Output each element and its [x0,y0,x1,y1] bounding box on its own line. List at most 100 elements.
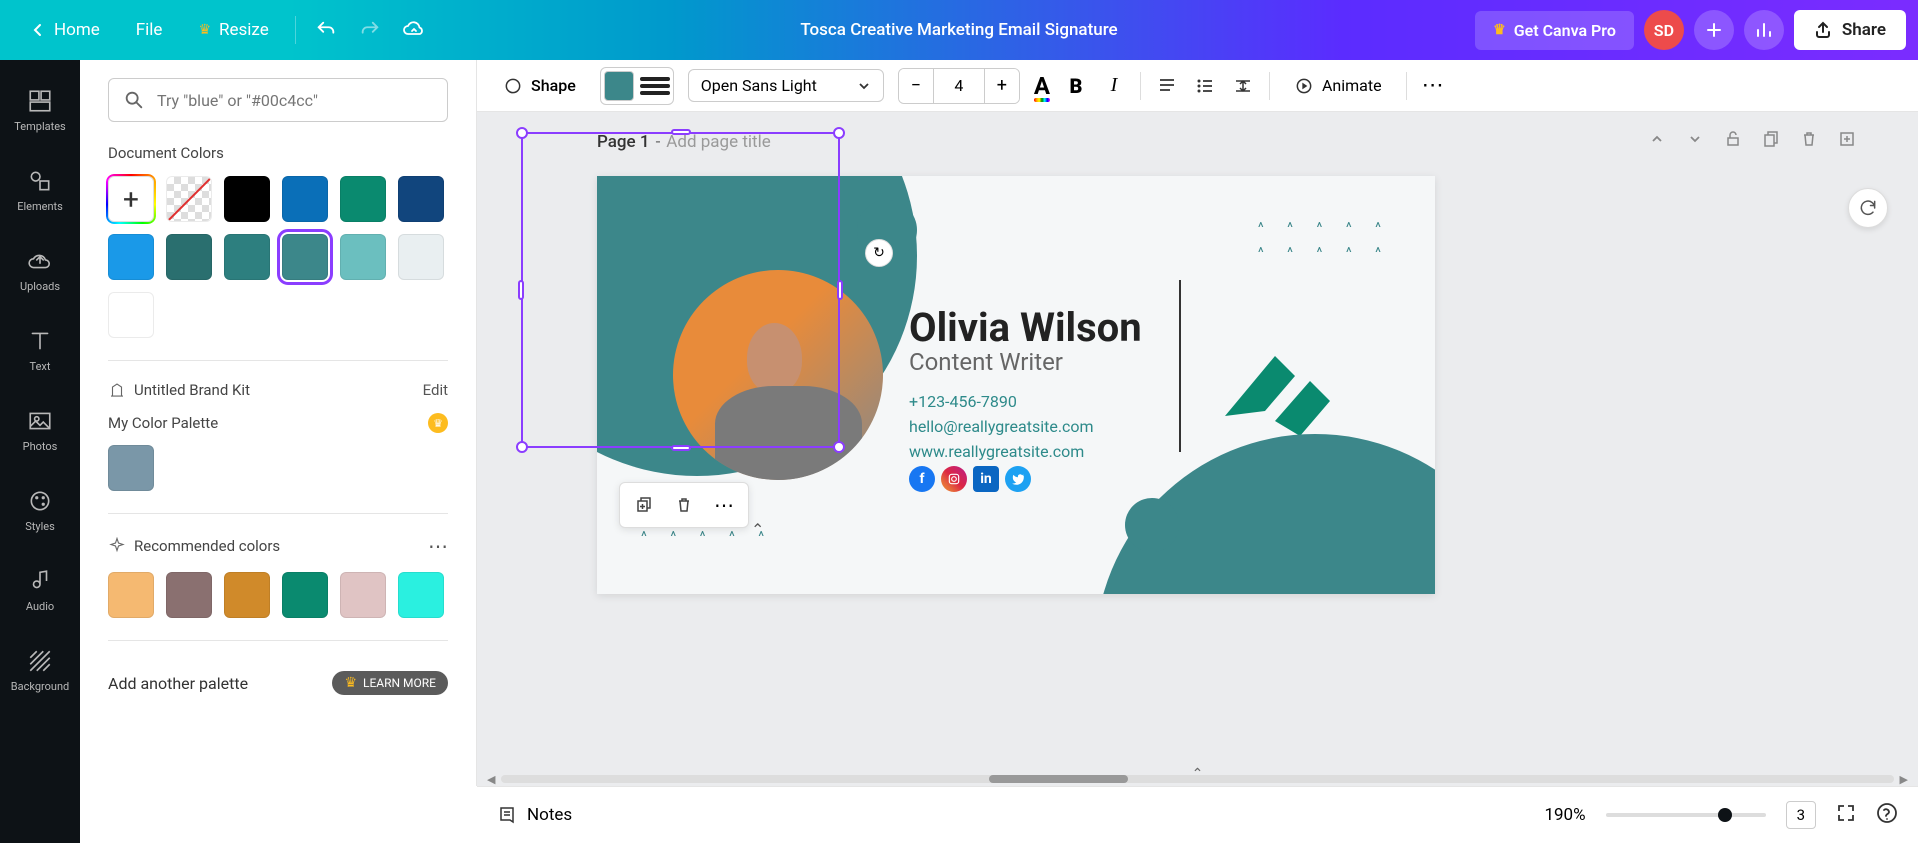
cloud-sync-icon[interactable] [392,8,436,52]
rotate-handle[interactable]: ↻ [865,239,893,267]
delete-element-button[interactable] [666,489,702,521]
rec-swatch[interactable] [398,572,444,618]
chevron-pattern[interactable]: ^ ^ ^ ^ ^^ ^ ^ ^ ^ [1258,216,1391,266]
resize-handle[interactable] [833,441,845,453]
zoom-value[interactable]: 190% [1544,805,1585,825]
page-indicator[interactable]: 3 [1786,801,1816,829]
regenerate-button[interactable] [1848,188,1888,228]
add-page-button[interactable] [1838,130,1856,153]
rec-swatch[interactable] [340,572,386,618]
font-family-select[interactable]: Open Sans Light [688,69,884,102]
rail-photos[interactable]: Photos [0,390,80,470]
collapse-toolbar-button[interactable]: ⌃ [751,520,764,539]
facebook-icon[interactable]: f [909,466,935,492]
fill-color-button[interactable] [604,71,634,101]
resize-edge[interactable] [518,280,524,300]
teal-circle-medium[interactable] [1125,498,1179,552]
edit-brand-button[interactable]: Edit [423,381,448,399]
horizontal-scrollbar[interactable]: ◀ ▶ [487,772,1908,786]
color-swatch[interactable] [398,234,444,280]
duplicate-page-button[interactable] [1762,130,1780,153]
help-button[interactable] [1876,802,1898,828]
resize-edge[interactable] [671,445,691,451]
redo-button[interactable] [348,8,392,52]
rail-elements[interactable]: Elements [0,150,80,230]
align-button[interactable] [1155,74,1179,98]
notes-button[interactable]: Notes [497,805,572,825]
zoom-slider[interactable] [1606,813,1766,817]
insights-button[interactable] [1744,10,1784,50]
rail-background[interactable]: Background [0,630,80,710]
rail-uploads[interactable]: Uploads [0,230,80,310]
add-member-button[interactable] [1694,10,1734,50]
page-down-button[interactable] [1686,130,1704,153]
rec-swatch[interactable] [108,572,154,618]
increase-button[interactable]: + [985,69,1019,103]
get-pro-button[interactable]: ♛Get Canva Pro [1475,11,1634,50]
page-up-button[interactable] [1648,130,1666,153]
rec-swatch[interactable] [224,572,270,618]
border-style-button[interactable] [640,71,670,101]
color-search-input[interactable] [157,91,433,110]
shape-button[interactable]: Shape [493,70,586,102]
italic-button[interactable]: I [1102,74,1126,98]
canvas-area[interactable]: Page 1 - Add page title Olivia Wilson Co… [477,112,1918,786]
decrease-button[interactable]: − [899,69,933,103]
twitter-icon[interactable] [1005,466,1031,492]
lock-button[interactable] [1724,130,1742,153]
rail-templates[interactable]: Templates [0,70,80,150]
rec-swatch[interactable] [166,572,212,618]
color-swatch[interactable] [108,292,154,338]
social-icons-row[interactable]: f in [909,466,1031,492]
weight-input[interactable] [933,69,985,103]
color-search[interactable] [108,78,448,122]
document-title[interactable]: Tosca Creative Marketing Email Signature [800,20,1117,40]
rail-styles[interactable]: Styles [0,470,80,550]
color-swatch[interactable] [340,234,386,280]
add-color-swatch[interactable]: + [108,176,154,222]
color-swatch[interactable] [108,234,154,280]
rail-text[interactable]: Text [0,310,80,390]
vertical-divider[interactable] [1179,280,1181,452]
undo-button[interactable] [304,8,348,52]
resize-button[interactable]: ♛Resize [180,12,286,48]
fullscreen-button[interactable] [1836,803,1856,827]
add-palette-label[interactable]: Add another palette [108,674,248,693]
resize-handle[interactable] [516,441,528,453]
name-text[interactable]: Olivia Wilson [909,304,1142,351]
color-swatch[interactable] [340,176,386,222]
share-button[interactable]: Share [1794,10,1906,50]
contact-info[interactable]: +123-456-7890 hello@reallygreatsite.com … [909,390,1094,464]
rail-audio[interactable]: Audio [0,550,80,630]
resize-edge[interactable] [671,129,691,135]
text-color-button[interactable]: A [1034,72,1050,100]
more-options-button[interactable]: ⋯ [1421,74,1445,98]
rec-swatch[interactable] [282,572,328,618]
animate-button[interactable]: Animate [1284,70,1392,102]
file-button[interactable]: File [118,12,181,48]
home-button[interactable]: Home [12,12,118,48]
spacing-button[interactable] [1231,74,1255,98]
selection-box[interactable]: ↻ [521,132,840,448]
instagram-icon[interactable] [941,466,967,492]
linkedin-icon[interactable]: in [973,466,999,492]
duplicate-element-button[interactable] [626,489,662,521]
list-button[interactable] [1193,74,1217,98]
resize-handle[interactable] [516,127,528,139]
color-swatch[interactable] [224,234,270,280]
resize-handle[interactable] [833,127,845,139]
color-swatch[interactable] [282,176,328,222]
learn-more-button[interactable]: ♛LEARN MORE [332,671,448,695]
role-text[interactable]: Content Writer [909,348,1063,376]
delete-page-button[interactable] [1800,130,1818,153]
color-swatch-selected[interactable] [282,234,328,280]
more-element-options-button[interactable]: ⋯ [706,489,742,521]
more-options-button[interactable]: ⋯ [428,534,448,558]
arrow-logo-shape[interactable] [1205,326,1345,446]
resize-edge[interactable] [837,280,843,300]
color-swatch[interactable] [224,176,270,222]
transparent-swatch[interactable] [166,176,212,222]
stroke-weight-stepper[interactable]: − + [898,68,1020,104]
palette-swatch[interactable] [108,445,154,491]
color-swatch[interactable] [166,234,212,280]
